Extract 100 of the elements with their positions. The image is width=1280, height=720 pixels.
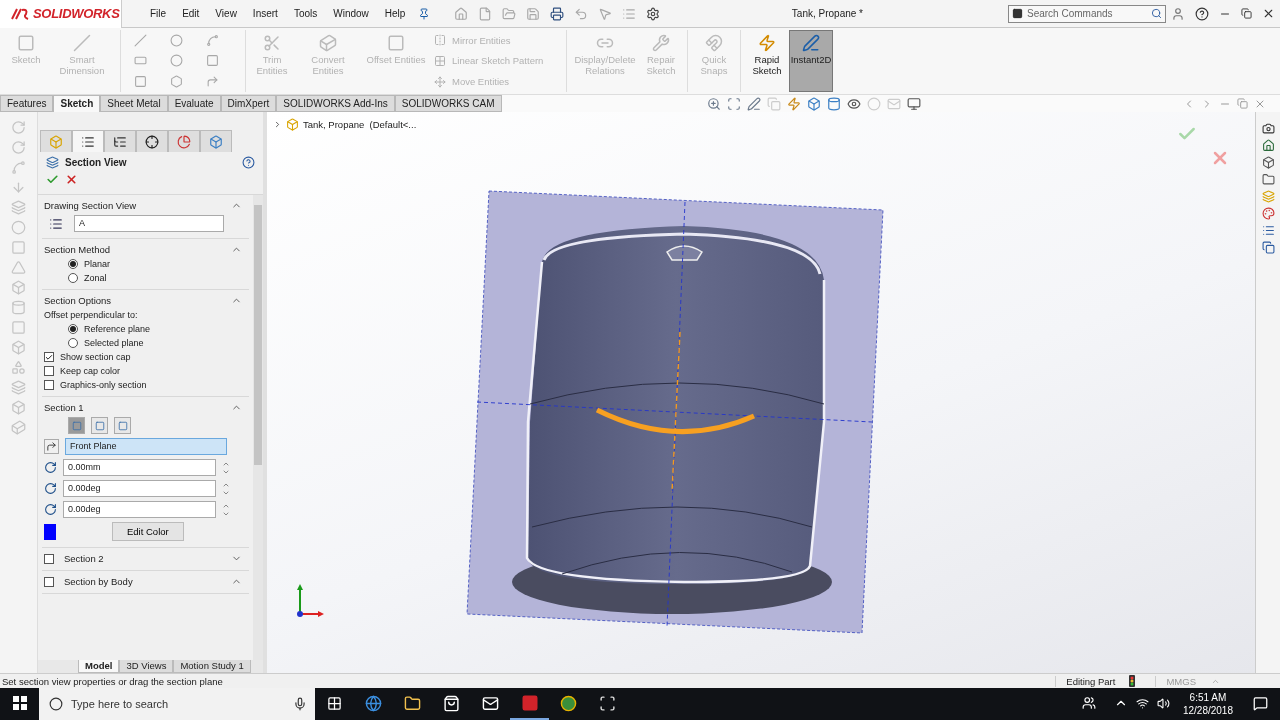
radio-button[interactable] [68, 259, 78, 269]
plane-icon[interactable] [11, 320, 26, 335]
edit-color-button[interactable]: Edit Color [112, 522, 184, 541]
command-tab[interactable]: Features [0, 95, 54, 112]
menu-item[interactable]: View [207, 8, 245, 19]
zoom-area-icon[interactable] [727, 96, 741, 111]
help-icon[interactable] [242, 156, 255, 169]
value-field[interactable]: 0.00deg [63, 480, 216, 497]
taskbar-search-field[interactable]: Type here to search [39, 688, 315, 720]
command-tab[interactable]: Evaluate [167, 95, 221, 112]
command-tab[interactable]: DimXpert [220, 95, 277, 112]
plane-button[interactable] [68, 417, 85, 434]
plane-button[interactable] [114, 417, 131, 434]
menu-item[interactable]: Window [325, 8, 377, 19]
ok-icon[interactable] [46, 173, 59, 186]
radio-button[interactable] [68, 273, 78, 283]
user-icon[interactable] [1171, 6, 1185, 21]
clock-time[interactable]: 6:51 AM [1189, 691, 1227, 704]
panel-tab[interactable] [104, 130, 136, 152]
command-tab[interactable]: Sketch [53, 95, 101, 112]
value-field[interactable]: 0.00deg [63, 501, 216, 518]
model-tab[interactable]: 3D Views [119, 660, 174, 673]
command-tab[interactable]: Sheet Metal [100, 95, 168, 112]
palette-icon[interactable] [1261, 207, 1275, 220]
open-icon[interactable] [502, 6, 517, 21]
label-field[interactable]: A [74, 215, 224, 232]
search-icon[interactable] [1151, 8, 1162, 19]
revolve-icon[interactable] [11, 120, 26, 135]
cancel-icon[interactable] [65, 173, 78, 186]
microphone-icon[interactable] [293, 697, 307, 711]
camera-icon[interactable] [1261, 122, 1275, 135]
tree-item[interactable]: Tank, Propane (Default<... [303, 119, 417, 130]
model-tab[interactable]: Model [78, 660, 120, 673]
box-icon[interactable] [11, 400, 26, 415]
command-button[interactable]: Rapid Sketch [745, 30, 789, 92]
panel-tab[interactable] [136, 130, 168, 152]
status-mode: Editing Part [1055, 675, 1126, 687]
expand-icon[interactable] [273, 120, 282, 129]
close-icon[interactable] [1262, 7, 1275, 20]
copy-icon[interactable] [1261, 241, 1275, 254]
restore-icon[interactable] [1241, 8, 1252, 19]
menu-item[interactable]: Edit [174, 8, 208, 19]
pipe-icon[interactable] [11, 300, 26, 315]
list-icon[interactable] [1261, 224, 1275, 237]
value-field[interactable]: 0.00mm [63, 459, 216, 476]
command-button[interactable]: Instant2D [789, 30, 833, 92]
part-icon [49, 134, 63, 149]
checkbox[interactable] [44, 576, 54, 587]
radio-button[interactable] [68, 324, 78, 334]
model-tab[interactable]: Motion Study 1 [173, 660, 251, 673]
search-field[interactable]: Search Commands [1008, 4, 1166, 23]
folder-icon[interactable] [1261, 173, 1275, 186]
checkbox[interactable] [44, 366, 54, 376]
checkbox[interactable] [44, 553, 54, 564]
clock-date[interactable]: 12/28/2018 [1182, 704, 1233, 717]
menu-item[interactable]: File [142, 8, 175, 19]
home-icon[interactable] [1261, 139, 1275, 152]
rebuild-icon[interactable] [1129, 675, 1136, 687]
eye-icon[interactable] [847, 96, 861, 111]
color-swatch[interactable] [44, 523, 56, 540]
angle-icon [44, 503, 57, 516]
options-icon[interactable] [622, 6, 637, 21]
layers-icon[interactable] [11, 380, 26, 395]
pointer-icon[interactable] [598, 6, 613, 21]
radio-button[interactable] [68, 338, 78, 348]
loft-icon[interactable] [11, 160, 26, 175]
monitor-icon[interactable] [907, 96, 921, 111]
checkbox[interactable] [44, 380, 54, 390]
help-icon[interactable] [1195, 6, 1209, 21]
scrollbar[interactable] [253, 195, 263, 660]
group-title: Section by Body [64, 576, 133, 587]
command-tab[interactable]: SOLIDWORKS Add-Ins [276, 95, 395, 112]
dimension-icon [73, 34, 91, 52]
plane-icon [94, 420, 105, 431]
settings-icon[interactable] [646, 6, 661, 21]
group-title: Section 1 [44, 402, 84, 413]
zoom-icon[interactable] [707, 96, 721, 111]
parts-icon[interactable] [1261, 156, 1275, 169]
graphics-area[interactable]: Tank, Propane (Default<... [267, 112, 1255, 673]
undo-icon[interactable] [574, 6, 589, 21]
checkbox[interactable] [44, 352, 54, 362]
cube-icon[interactable] [11, 340, 26, 355]
face-icon[interactable] [11, 240, 26, 255]
menu-item[interactable]: Insert [244, 8, 286, 19]
extrude-icon[interactable] [11, 180, 26, 195]
menu-item[interactable]: Help [376, 8, 414, 19]
save-icon[interactable] [526, 6, 541, 21]
panel-title: Section View [65, 157, 128, 168]
pin-icon[interactable] [418, 7, 431, 20]
plane-button[interactable] [91, 417, 108, 434]
move-icon [434, 75, 446, 88]
radio-label: Reference plane [84, 324, 151, 334]
shapes-icon[interactable] [11, 360, 26, 375]
new-file-icon[interactable] [478, 6, 493, 21]
command-tab[interactable]: SOLIDWORKS CAM [394, 95, 502, 112]
angle-icon [44, 482, 57, 495]
plane-field[interactable]: Front Plane [65, 438, 227, 455]
app-logo: SOLIDWORKS [33, 6, 120, 21]
menu-item[interactable]: Tools [285, 8, 326, 19]
print-icon[interactable] [550, 6, 565, 21]
